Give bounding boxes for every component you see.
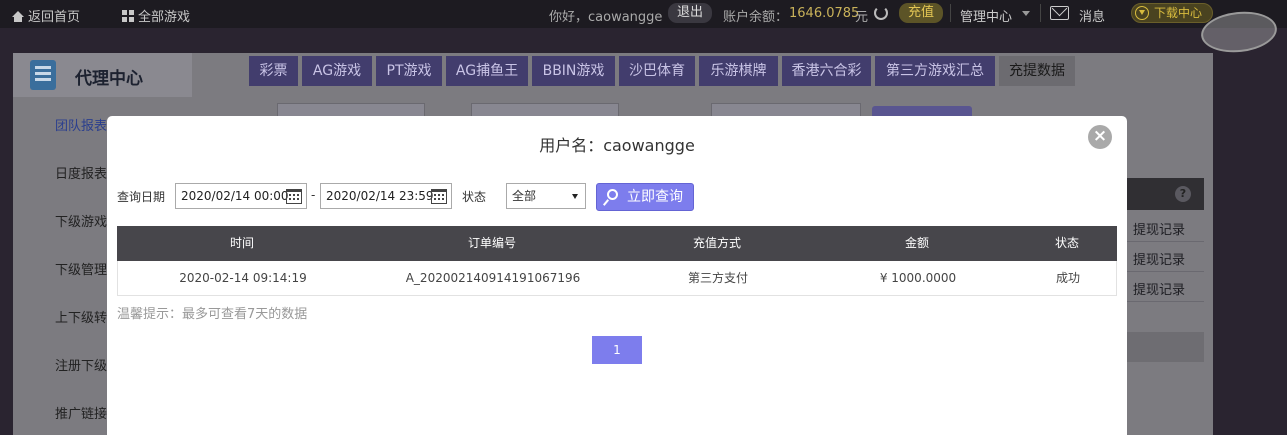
tab-deposit-withdraw[interactable]: 充提数据 (999, 56, 1075, 86)
status-select-value: 全部 (512, 189, 537, 203)
row-divider (1127, 241, 1204, 242)
query-button[interactable]: 立即查询 (596, 183, 694, 211)
grid-icon (122, 10, 134, 22)
calendar-icon[interactable] (286, 189, 302, 204)
recharge-table: 时间 订单编号 充值方式 金额 状态 2020-02-14 09:14:19 A… (117, 226, 1117, 296)
row-divider (1127, 271, 1204, 272)
row-divider (1127, 301, 1204, 302)
tip-text: 温馨提示：最多可查看7天的数据 (117, 307, 308, 322)
sidebar-item-team-report[interactable]: 团队报表 (55, 115, 107, 134)
withdraw-record-link[interactable]: 提现记录 (1133, 279, 1185, 298)
greeting-text: 你好，caowangge (549, 10, 663, 25)
help-icon[interactable]: ? (1175, 186, 1191, 202)
download-label: 下载中心 (1154, 6, 1203, 20)
mail-icon[interactable] (1050, 6, 1069, 20)
balance-unit: 元 (855, 10, 869, 25)
column-header-time: 时间 (229, 236, 254, 250)
table-header: 时间 订单编号 充值方式 金额 状态 (117, 226, 1117, 261)
close-icon[interactable]: × (1088, 125, 1112, 149)
sidebar-item-sub-manage[interactable]: 下级管理 (55, 259, 107, 278)
start-date-value: 2020/02/14 00:00 (181, 189, 289, 203)
sidebar-item-register[interactable]: 注册下级 (55, 355, 107, 374)
all-games-link[interactable]: 全部游戏 (122, 6, 190, 25)
tab-leyou-chess[interactable]: 乐游棋牌 (699, 56, 778, 86)
download-center-button[interactable]: 下载中心 (1131, 3, 1213, 23)
sidebar-item-promo-link[interactable]: 推广链接 (55, 403, 107, 422)
column-header-method: 充值方式 (692, 236, 741, 250)
logout-button[interactable]: 退出 (668, 3, 713, 23)
column-header-order-no: 订单编号 (467, 236, 516, 250)
top-bar: 返回首页 全部游戏 你好，caowangge 退出 账户余额： 1646.078… (0, 0, 1287, 28)
tab-ag-fishing[interactable]: AG捕鱼王 (446, 56, 528, 86)
query-button-label: 立即查询 (627, 189, 683, 205)
refresh-icon[interactable] (874, 6, 888, 20)
sidebar-item-sub-games[interactable]: 下级游戏 (55, 211, 107, 230)
cell-order-no: A_202002140914191067196 (405, 271, 581, 285)
column-header-status: 状态 (1054, 236, 1079, 250)
tab-lottery[interactable]: 彩票 (249, 56, 298, 86)
divider (1040, 4, 1041, 22)
cell-time: 2020-02-14 09:14:19 (179, 271, 307, 285)
tab-ag-games[interactable]: AG游戏 (302, 56, 372, 86)
tab-bbin-games[interactable]: BBIN游戏 (532, 56, 615, 86)
sidebar-title: 代理中心 (75, 69, 143, 89)
home-icon (12, 11, 24, 22)
home-link-label: 返回首页 (28, 10, 81, 25)
status-select[interactable]: 全部 (506, 183, 586, 209)
messages-link[interactable]: 消息 (1079, 6, 1105, 25)
sidebar-item-transfer[interactable]: 上下级转 (55, 307, 107, 326)
tab-pt-games[interactable]: PT游戏 (376, 56, 442, 86)
date-separator: - (311, 188, 316, 202)
all-games-label: 全部游戏 (138, 10, 191, 25)
status-label: 状态 (462, 190, 487, 204)
calendar-icon[interactable] (431, 189, 447, 204)
bg-table-footer (1127, 332, 1204, 362)
agent-icon (30, 60, 56, 90)
query-date-label: 查询日期 (117, 190, 166, 204)
tab-third-party-summary[interactable]: 第三方游戏汇总 (875, 56, 995, 86)
download-icon (1135, 6, 1149, 20)
recharge-button[interactable]: 充值 (899, 3, 944, 23)
cell-status: 成功 (1055, 271, 1080, 285)
home-link[interactable]: 返回首页 (12, 6, 80, 25)
divider (950, 4, 951, 22)
balance-label: 账户余额： (723, 10, 789, 25)
search-icon (607, 189, 618, 200)
table-row: 2020-02-14 09:14:19 A_202002140914191067… (117, 261, 1117, 296)
cell-method: 第三方支付 (687, 271, 748, 285)
dropdown-arrow-icon (572, 194, 578, 199)
sidebar-item-daily-report[interactable]: 日度报表 (55, 163, 107, 182)
tab-hk-lottery[interactable]: 香港六合彩 (782, 56, 871, 86)
withdraw-record-link[interactable]: 提现记录 (1133, 219, 1185, 238)
bg-table-header (1127, 178, 1204, 210)
balance-value: 1646.0785 (789, 6, 860, 21)
tab-saba-sports[interactable]: 沙巴体育 (619, 56, 695, 86)
page-button-1[interactable]: 1 (592, 336, 642, 364)
recharge-detail-modal: 用户名：caowangge × 查询日期 2020/02/14 00:00 - … (107, 116, 1127, 435)
cell-amount: ¥ 1000.0000 (879, 271, 957, 285)
column-header-amount: 金额 (904, 236, 929, 250)
modal-title: 用户名：caowangge (539, 136, 695, 155)
withdraw-record-link[interactable]: 提现记录 (1133, 249, 1185, 268)
end-date-field[interactable]: 2020/02/14 23:59 (320, 183, 452, 209)
end-date-value: 2020/02/14 23:59 (326, 189, 434, 203)
chevron-down-icon[interactable] (1022, 11, 1030, 16)
start-date-field[interactable]: 2020/02/14 00:00 (175, 183, 307, 209)
manage-center-menu[interactable]: 管理中心 (960, 6, 1012, 25)
